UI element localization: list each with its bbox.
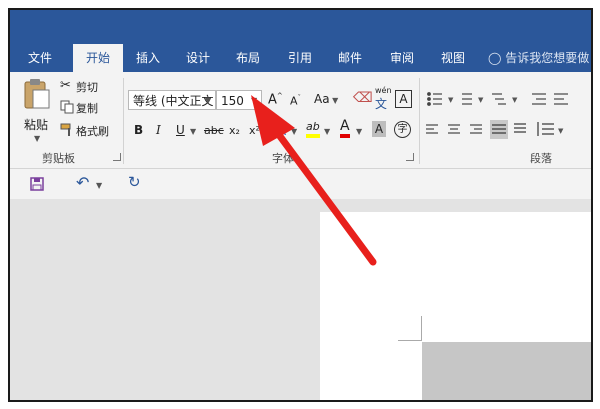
annotation-arrow-icon	[251, 95, 377, 266]
arrow-shaft	[264, 116, 377, 266]
arrow-head	[251, 95, 295, 146]
